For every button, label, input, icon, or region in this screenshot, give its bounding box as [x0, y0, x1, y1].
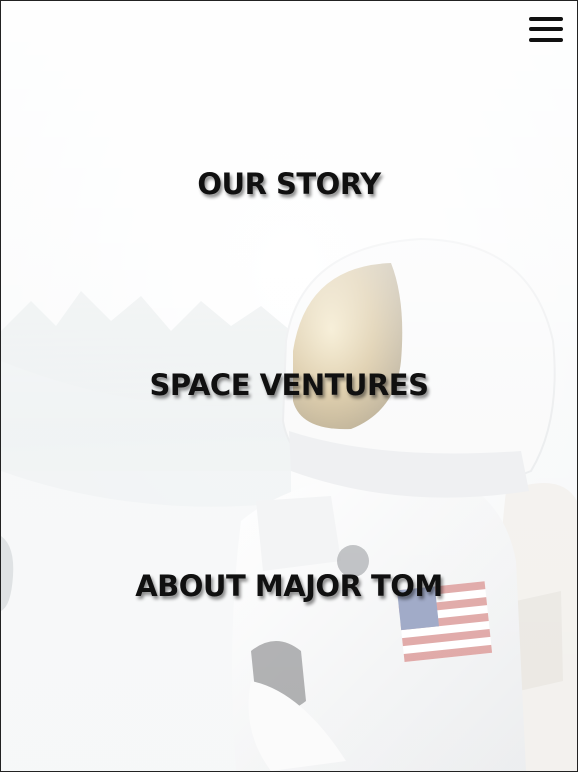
nav-link-our-story[interactable]: OUR STORY [1, 167, 577, 201]
menu-bar-middle [529, 27, 563, 31]
main-navigation: OUR STORY SPACE VENTURES ABOUT MAJOR TOM [1, 1, 577, 771]
app-frame: OUR STORY SPACE VENTURES ABOUT MAJOR TOM [0, 0, 578, 772]
menu-bar-top [529, 17, 563, 21]
menu-bar-bottom [529, 38, 563, 42]
nav-link-space-ventures[interactable]: SPACE VENTURES [1, 368, 577, 402]
nav-link-about-major-tom[interactable]: ABOUT MAJOR TOM [1, 569, 577, 603]
hamburger-menu-icon[interactable] [529, 15, 563, 45]
